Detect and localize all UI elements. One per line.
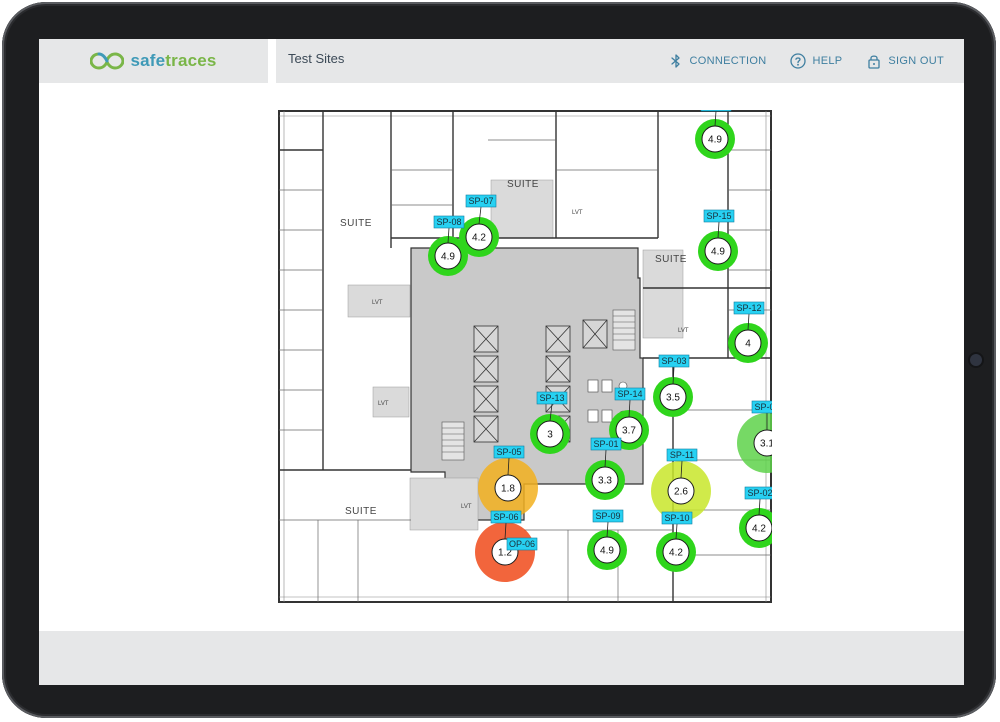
help-label: HELP bbox=[812, 55, 843, 67]
sample-point-value: 3.1 bbox=[760, 439, 772, 450]
help-icon bbox=[790, 53, 807, 69]
tablet-frame: safetraces Test Sites CONNECTION HELP SI… bbox=[2, 2, 996, 718]
connection-button[interactable]: CONNECTION bbox=[668, 53, 767, 69]
bottom-bar bbox=[39, 631, 964, 685]
sample-point-value: 3.5 bbox=[666, 393, 680, 404]
lvt-label: LVT bbox=[572, 210, 583, 216]
room-label: SUITE bbox=[507, 179, 539, 190]
sample-point-id: SP-13 bbox=[539, 393, 564, 403]
connection-label: CONNECTION bbox=[689, 55, 767, 67]
top-bar: safetraces Test Sites CONNECTION HELP SI… bbox=[39, 39, 964, 83]
sample-point-value: 4.2 bbox=[752, 524, 766, 535]
brand-name: safetraces bbox=[130, 51, 216, 71]
lvt-label: LVT bbox=[461, 504, 472, 510]
sample-point-value: 3 bbox=[547, 430, 553, 441]
sample-point-id: SP-03 bbox=[661, 356, 686, 366]
room-label: SUITE bbox=[655, 254, 687, 265]
sample-point-value: 2.6 bbox=[674, 487, 688, 498]
sample-point-value: 1.8 bbox=[501, 484, 515, 495]
header-divider bbox=[268, 39, 276, 83]
page-title: Test Sites bbox=[288, 51, 345, 66]
sample-point-sp-09[interactable]: 4.9 SP-09 bbox=[587, 509, 627, 570]
sample-point-id: SP-09 bbox=[595, 511, 620, 521]
room-label: SUITE bbox=[340, 218, 372, 229]
sample-point-value: 4.9 bbox=[600, 546, 614, 557]
sample-point-value: 3.7 bbox=[622, 426, 636, 437]
infinity-logo-icon bbox=[90, 52, 125, 70]
app-screen: safetraces Test Sites CONNECTION HELP SI… bbox=[39, 39, 964, 685]
floor-plan-canvas[interactable]: SUITE SUITE SUITE SUITE LVT LVT LVT LVT … bbox=[278, 110, 772, 603]
sample-point-id: SP-07 bbox=[468, 196, 493, 206]
sample-point-id: SP-15 bbox=[706, 211, 731, 221]
sample-point-id: SP-11 bbox=[670, 450, 694, 460]
sample-point-value: 3.3 bbox=[598, 476, 612, 487]
floor-plan-map[interactable]: SUITE SUITE SUITE SUITE LVT LVT LVT LVT … bbox=[278, 110, 772, 603]
sample-point-id: SP-12 bbox=[736, 303, 761, 313]
sample-point-value: 4.2 bbox=[669, 548, 683, 559]
brand-logo[interactable]: safetraces bbox=[39, 39, 268, 83]
sign-out-label: SIGN OUT bbox=[888, 55, 944, 67]
sign-out-button[interactable]: SIGN OUT bbox=[866, 53, 944, 69]
sample-point-sp-03[interactable]: 3.5 SP-03 bbox=[653, 354, 693, 417]
brand-name-part1: safe bbox=[130, 51, 166, 70]
sample-point-sp-08[interactable]: 4.9 SP-08 bbox=[428, 215, 468, 276]
sample-point-sp-15[interactable]: 4.9 SP-15 bbox=[698, 209, 738, 271]
sample-point-sp-01[interactable]: 3.3 SP-01 bbox=[585, 437, 625, 500]
header-nav: CONNECTION HELP SIGN OUT bbox=[668, 39, 944, 83]
sample-point-value: 4.9 bbox=[711, 247, 725, 258]
sample-point-value: 4.9 bbox=[441, 252, 455, 263]
sample-point-sp-12[interactable]: 4 SP-12 bbox=[728, 301, 768, 363]
lvt-label: LVT bbox=[378, 401, 389, 407]
sample-point-op-06[interactable]: OP-06 bbox=[506, 537, 538, 551]
lvt-label: LVT bbox=[678, 328, 689, 334]
sample-point-id: SP-02 bbox=[747, 488, 772, 498]
sample-point-id: SP-04 bbox=[754, 402, 772, 412]
lock-icon bbox=[868, 55, 881, 69]
sample-point-value: 4 bbox=[745, 339, 751, 350]
sample-point-id: SP-08 bbox=[436, 217, 461, 227]
sample-point-tag bbox=[700, 110, 732, 112]
sample-point-id: OP-06 bbox=[509, 539, 535, 549]
sample-point-id: SP-10 bbox=[664, 513, 689, 523]
bluetooth-icon bbox=[670, 54, 680, 68]
camera-icon bbox=[970, 354, 982, 366]
sample-point-id: SP-06 bbox=[493, 512, 518, 522]
sample-point-value: 4.2 bbox=[472, 233, 486, 244]
sample-point-id: SP-14 bbox=[617, 389, 642, 399]
sample-point-sp-10[interactable]: 4.2 SP-10 bbox=[656, 511, 696, 572]
sample-point-id: SP-05 bbox=[496, 447, 521, 457]
lvt-label: LVT bbox=[372, 300, 383, 306]
help-button[interactable]: HELP bbox=[790, 53, 842, 69]
room-label: SUITE bbox=[345, 506, 377, 517]
sample-point-id: SP-01 bbox=[593, 439, 618, 449]
brand-name-part2: traces bbox=[165, 51, 217, 70]
sample-point-value: 4.9 bbox=[708, 135, 722, 146]
